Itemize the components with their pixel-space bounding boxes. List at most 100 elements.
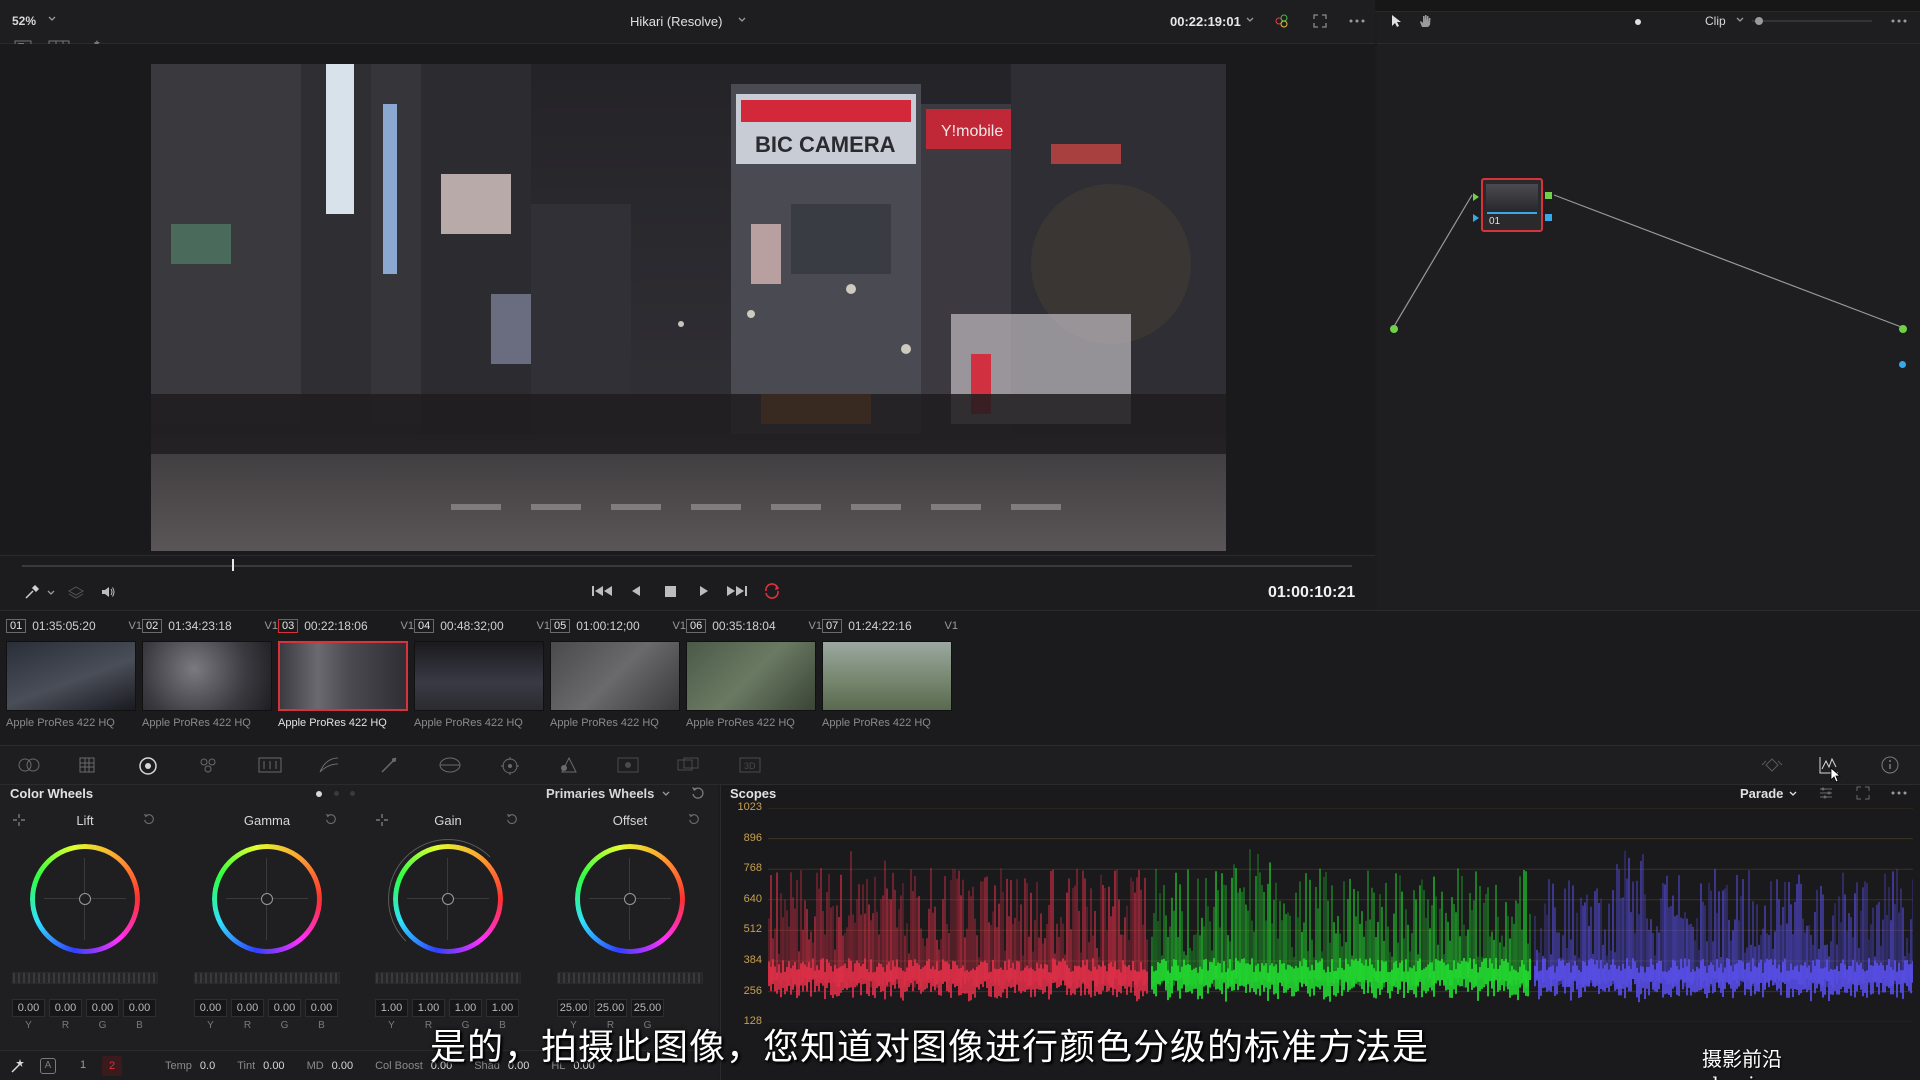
scope-settings-icon[interactable]: [1818, 785, 1834, 801]
motion-effects-icon[interactable]: [318, 756, 340, 774]
qualifier-icon[interactable]: [438, 756, 462, 774]
reset-icon[interactable]: [690, 785, 706, 801]
skip-to-end-icon[interactable]: [726, 584, 748, 598]
node-mode-selector[interactable]: Clip: [1705, 14, 1726, 28]
eyedropper-icon[interactable]: [24, 584, 40, 600]
color-wheel-dial[interactable]: [575, 844, 685, 954]
wheel-value-field[interactable]: 0.00: [49, 999, 82, 1017]
master-wheel-slider[interactable]: [194, 972, 340, 984]
param-tint[interactable]: 0.00: [263, 1060, 284, 1072]
wheel-value-field[interactable]: 0.00: [305, 999, 338, 1017]
clip-item[interactable]: 06 00:35:18:04 V1 Apple ProRes 422 HQ: [686, 617, 822, 737]
rgb-mixer-icon[interactable]: [258, 756, 282, 774]
reset-icon[interactable]: [324, 812, 338, 826]
scrubber-track[interactable]: [22, 565, 1352, 567]
color-wheel-dial[interactable]: [212, 844, 322, 954]
more-options-icon[interactable]: [1348, 13, 1366, 29]
pointer-icon[interactable]: [1390, 14, 1402, 28]
clip-item[interactable]: 05 01:00:12;00 V1 Apple ProRes 422 HQ: [550, 617, 686, 737]
clip-item[interactable]: 04 00:48:32;00 V1 Apple ProRes 422 HQ: [414, 617, 550, 737]
wheel-value-field[interactable]: 25.00: [557, 999, 590, 1017]
page-dot-active[interactable]: [316, 791, 322, 797]
page-dot[interactable]: [350, 791, 355, 796]
wheel-value-field[interactable]: 25.00: [594, 999, 627, 1017]
wheel-value-field[interactable]: 0.00: [123, 999, 156, 1017]
wheel-value-field[interactable]: 0.00: [194, 999, 227, 1017]
playhead[interactable]: [232, 559, 234, 571]
volume-icon[interactable]: [100, 585, 116, 599]
auto-balance-icon[interactable]: [10, 1058, 26, 1074]
node-output-alpha[interactable]: [1545, 214, 1552, 221]
page-dot[interactable]: [334, 791, 339, 796]
chevron-down-icon[interactable]: [47, 14, 57, 24]
expand-icon[interactable]: [1855, 785, 1871, 801]
wheel-value-field[interactable]: 1.00: [449, 999, 482, 1017]
node-zoom-slider[interactable]: [1752, 20, 1872, 22]
wheel-value-field[interactable]: 1.00: [375, 999, 408, 1017]
curves-icon[interactable]: [380, 756, 398, 774]
reset-icon[interactable]: [142, 812, 156, 826]
param-temp[interactable]: 0.0: [200, 1060, 215, 1072]
project-title[interactable]: Hikari (Resolve): [630, 14, 722, 29]
wheel-value-field[interactable]: 1.00: [486, 999, 519, 1017]
info-icon[interactable]: [1880, 755, 1900, 775]
page-2[interactable]: 2: [102, 1056, 122, 1076]
param-md[interactable]: 0.00: [332, 1060, 353, 1072]
layers-icon[interactable]: [68, 585, 84, 599]
reset-icon[interactable]: [505, 812, 519, 826]
power-window-icon[interactable]: [500, 756, 520, 776]
scope-mode-selector[interactable]: Parade: [1740, 786, 1783, 801]
color-sampler-icon[interactable]: [1274, 13, 1290, 29]
output-node-dot[interactable]: [1899, 325, 1907, 333]
node-input-rgb[interactable]: [1473, 193, 1479, 201]
node-input-alpha[interactable]: [1473, 214, 1479, 222]
zoom-level[interactable]: 52%: [12, 14, 36, 28]
fullscreen-icon[interactable]: [1312, 13, 1328, 29]
master-wheel-slider[interactable]: [557, 972, 703, 984]
more-options-icon[interactable]: [1890, 13, 1908, 29]
wheel-value-field[interactable]: 0.00: [12, 999, 45, 1017]
wheel-value-field[interactable]: 1.00: [412, 999, 445, 1017]
blur-icon[interactable]: [616, 756, 640, 774]
chevron-down-icon[interactable]: [1735, 15, 1745, 25]
stop-icon[interactable]: [664, 585, 677, 598]
wheel-value-field[interactable]: 0.00: [231, 999, 264, 1017]
corrector-node[interactable]: 01: [1481, 178, 1543, 232]
color-wheel-dial[interactable]: [388, 839, 508, 959]
master-wheel-slider[interactable]: [375, 972, 521, 984]
wheel-value-field[interactable]: 0.00: [86, 999, 119, 1017]
play-reverse-icon[interactable]: [630, 584, 642, 598]
loop-icon[interactable]: [762, 583, 782, 599]
chevron-down-icon[interactable]: [1245, 15, 1255, 25]
page-1[interactable]: 1: [80, 1059, 86, 1071]
chevron-down-icon[interactable]: [737, 15, 747, 25]
input-node-dot[interactable]: [1390, 325, 1398, 333]
skip-to-start-icon[interactable]: [591, 584, 613, 598]
clip-item[interactable]: 01 01:35:05:20 V1 Apple ProRes 422 HQ: [6, 617, 142, 737]
wheel-value-field[interactable]: 0.00: [268, 999, 301, 1017]
hand-icon[interactable]: [1417, 13, 1433, 29]
keyframes-icon[interactable]: [1760, 756, 1784, 774]
master-wheel-slider[interactable]: [12, 972, 158, 984]
node-zoom-handle[interactable]: [1755, 17, 1763, 25]
chevron-down-icon[interactable]: [46, 588, 56, 598]
play-icon[interactable]: [698, 584, 710, 598]
chevron-down-icon[interactable]: [661, 789, 671, 799]
color-wheel-dial[interactable]: [30, 844, 140, 954]
clip-item[interactable]: 03 00:22:18:06 V1 Apple ProRes 422 HQ: [278, 617, 414, 737]
crosshair-picker-icon[interactable]: [375, 813, 389, 827]
output-alpha-dot[interactable]: [1899, 361, 1906, 368]
color-match-icon[interactable]: [78, 756, 96, 774]
color-wheels-icon[interactable]: [138, 756, 158, 776]
crosshair-picker-icon[interactable]: [12, 813, 26, 827]
viewer-image[interactable]: BIC CAMERA Y!mobile: [151, 64, 1226, 551]
more-options-icon[interactable]: [1890, 785, 1908, 801]
wheels-mode-selector[interactable]: Primaries Wheels: [546, 786, 654, 801]
clip-item[interactable]: 02 01:34:23:18 V1 Apple ProRes 422 HQ: [142, 617, 278, 737]
auto-button[interactable]: A: [40, 1058, 56, 1074]
tracker-icon[interactable]: [558, 756, 580, 774]
key-icon[interactable]: [676, 756, 700, 774]
chevron-down-icon[interactable]: [1788, 789, 1798, 799]
hdr-wheels-icon[interactable]: [198, 756, 218, 774]
reset-icon[interactable]: [687, 812, 701, 826]
